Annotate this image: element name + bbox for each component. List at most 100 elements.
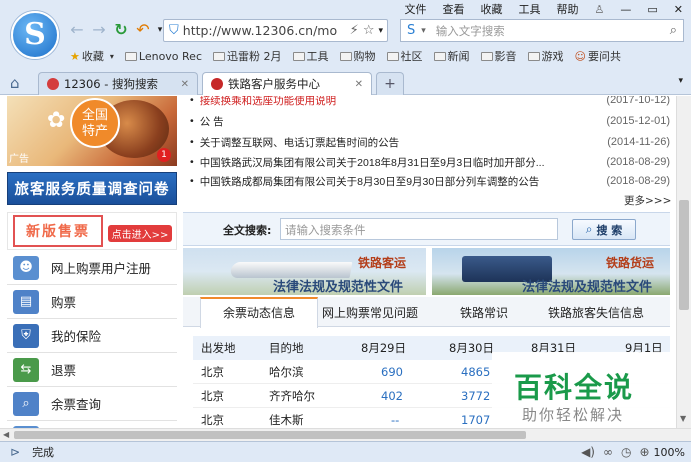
speaker-icon[interactable]: ◀) <box>581 445 595 459</box>
sidebar-item-insurance[interactable]: ⛨ 我的保险 <box>7 319 177 353</box>
minimize-icon[interactable]: — <box>612 3 639 16</box>
fav-item[interactable]: 新闻 <box>430 48 474 64</box>
tab-12306[interactable]: 铁路客户服务中心 ✕ <box>202 72 372 95</box>
menu-help[interactable]: 帮助 <box>549 1 587 17</box>
news-item[interactable]: • 公 告 (2015-12-01) <box>190 111 670 131</box>
refresh-icon[interactable]: ↻ <box>110 20 132 40</box>
cell-count[interactable]: 3772 <box>461 384 490 408</box>
h-scroll-thumb[interactable] <box>14 431 526 439</box>
search-engine-dropdown-icon[interactable]: ▾ <box>421 26 426 36</box>
news-item[interactable]: • 接续换乘和选座功能使用说明 (2017-10-12) <box>190 96 670 110</box>
address-bar[interactable]: ⛉ http://www.12306.cn/mo ⚡ ☆ ▾ <box>163 19 388 42</box>
passenger-law-banner[interactable]: 铁路客运 法律法规及规范性文件 <box>183 248 426 295</box>
address-text[interactable]: http://www.12306.cn/mo <box>183 23 337 38</box>
scroll-thumb[interactable] <box>679 200 689 310</box>
menu-view[interactable]: 查看 <box>435 1 473 17</box>
fav-item[interactable]: ★ 收藏 ▾ <box>66 48 118 64</box>
sidebar-item-ticket-query[interactable]: ⌕ 余票查询 <box>7 387 177 421</box>
fav-label: 游戏 <box>541 50 564 63</box>
history-icon[interactable]: ◷ <box>621 445 631 459</box>
sogou-logo-icon[interactable]: S <box>11 11 59 59</box>
menu-tools[interactable]: 工具 <box>511 1 549 17</box>
news-title[interactable]: 中国铁路武汉局集团有限公司关于2018年8月31日至9月3日临时加开部分... <box>200 155 601 170</box>
vertical-scrollbar[interactable]: ▼ <box>676 96 691 428</box>
news-date: (2017-10-12) <box>606 96 670 106</box>
news-title[interactable]: 中国铁路成都局集团有限公司关于8月30日至9月30日部分列车调整的公告 <box>200 174 601 189</box>
cell-count[interactable]: 4865 <box>461 360 490 384</box>
fav-item[interactable]: ☺ 要问共 <box>571 48 625 64</box>
search-icon[interactable]: ⌕ <box>670 23 677 38</box>
zoom-icon[interactable]: ⊕ <box>639 445 649 459</box>
tab-sogou-search[interactable]: 12306 - 搜狗搜索 ✕ <box>38 72 198 95</box>
sidebar-item-partial[interactable] <box>7 421 177 428</box>
news-title[interactable]: 关于调整互联网、电话订票起售时间的公告 <box>200 135 602 150</box>
search-box[interactable]: S ▾ 输入文字搜索 ⌕ <box>400 19 684 42</box>
cell-to: 哈尔滨 <box>269 365 304 379</box>
survey-banner[interactable]: 旅客服务质量调查问卷 <box>7 172 177 205</box>
fav-item[interactable]: Lenovo Rec <box>121 50 206 63</box>
close-window-icon[interactable]: ✕ <box>666 3 691 16</box>
zoom-level[interactable]: 100% <box>654 446 685 459</box>
refund-icon: ⇆ <box>13 357 39 382</box>
scroll-left-icon[interactable]: ◀ <box>3 430 9 439</box>
banner-caption: 法律法规及规范性文件 <box>522 280 653 295</box>
cell-count[interactable]: 1707 <box>461 408 490 428</box>
tab-remaining-tickets[interactable]: 余票动态信息 <box>200 297 318 328</box>
fulltext-search-input[interactable]: 请输入搜索条件 <box>280 218 558 240</box>
fav-item[interactable]: 影音 <box>477 48 521 64</box>
sidebar-item-register[interactable]: ☻ 网上购票用户注册 <box>7 251 177 285</box>
menu-file[interactable]: 文件 <box>397 1 435 17</box>
sidebar-item-refund[interactable]: ⇆ 退票 <box>7 353 177 387</box>
bookmark-star-icon[interactable]: ☆ <box>363 23 375 38</box>
news-title[interactable]: 公 告 <box>200 114 601 129</box>
news-item[interactable]: • 中国铁路武汉局集团有限公司关于2018年8月31日至9月3日临时加开部分..… <box>190 152 670 172</box>
fav-label: 影音 <box>494 50 517 63</box>
more-news-link[interactable]: 更多>>> <box>624 193 671 208</box>
sidebar-toggle-icon[interactable]: ⊳ <box>10 445 20 459</box>
fav-item[interactable]: 社区 <box>383 48 427 64</box>
home-icon[interactable]: ⌂ <box>10 74 20 92</box>
scroll-down-icon[interactable]: ▼ <box>680 414 686 423</box>
cell-count[interactable]: 690 <box>381 360 403 384</box>
news-item[interactable]: • 关于调整互联网、电话订票起售时间的公告 (2014-11-26) <box>190 132 670 152</box>
cell-count[interactable]: 402 <box>381 384 403 408</box>
fav-item[interactable]: 工具 <box>289 48 333 64</box>
tab-close-icon[interactable]: ✕ <box>181 79 189 90</box>
banner-tag: 铁路客运 <box>358 256 407 270</box>
ad-flower-icon: ✿ <box>47 108 66 133</box>
shirt-icon[interactable]: ♙ <box>587 3 613 16</box>
back-icon[interactable]: ← <box>66 20 88 40</box>
fav-item[interactable]: 购物 <box>336 48 380 64</box>
freight-law-banner[interactable]: 铁路货运 法律法规及规范性文件 <box>432 248 670 295</box>
tab-credit-info[interactable]: 铁路旅客失信信息 <box>548 304 644 321</box>
new-ticket-box[interactable]: 新版售票 点击进入>> <box>7 212 177 250</box>
tab-close-icon[interactable]: ✕ <box>355 79 363 90</box>
search-engine-icon[interactable]: S <box>407 23 415 38</box>
cell-count[interactable]: -- <box>391 408 399 428</box>
folder-icon <box>213 51 225 61</box>
new-tab-button[interactable]: + <box>376 72 404 95</box>
forward-icon[interactable]: → <box>88 20 110 40</box>
address-dropdown-icon[interactable]: ▾ <box>378 26 383 36</box>
horizontal-scrollbar[interactable]: ◀ <box>0 428 691 441</box>
lightning-icon[interactable]: ⚡ <box>350 23 359 38</box>
link-icon[interactable]: ∞ <box>603 445 613 459</box>
news-title[interactable]: 接续换乘和选座功能使用说明 <box>200 96 601 108</box>
ad-badge: 全国 特产 <box>70 98 120 148</box>
news-item[interactable]: • 中国铁路成都局集团有限公司关于8月30日至9月30日部分列车调整的公告 (2… <box>190 171 670 191</box>
menu-favorites[interactable]: 收藏 <box>473 1 511 17</box>
tab-faq[interactable]: 网上购票常见问题 <box>322 304 418 321</box>
fav-item[interactable]: 游戏 <box>524 48 568 64</box>
maximize-icon[interactable]: ▭ <box>639 3 665 16</box>
new-ticket-title: 新版售票 <box>26 224 90 240</box>
fav-item[interactable]: 迅雷粉 2月 <box>209 48 286 64</box>
sidebar-item-buy-ticket[interactable]: ▤ 购票 <box>7 285 177 319</box>
browser-chrome: S 文件 查看 收藏 工具 帮助 ♙ — ▭ ✕ ← → ↻ ↶ ▾ ⛉ htt… <box>0 0 691 95</box>
specialty-ad[interactable]: 全国 特产 ✿ 广告 1 <box>7 96 177 166</box>
new-ticket-enter-button[interactable]: 点击进入>> <box>108 225 172 242</box>
tab-list-dropdown-icon[interactable]: ▾ <box>678 76 683 86</box>
undo-icon[interactable]: ↶ <box>132 20 154 40</box>
tab-railway-knowledge[interactable]: 铁路常识 <box>460 304 508 321</box>
query-icon: ⌕ <box>13 391 39 416</box>
fulltext-search-button[interactable]: ⌕ 搜 索 <box>572 219 636 240</box>
